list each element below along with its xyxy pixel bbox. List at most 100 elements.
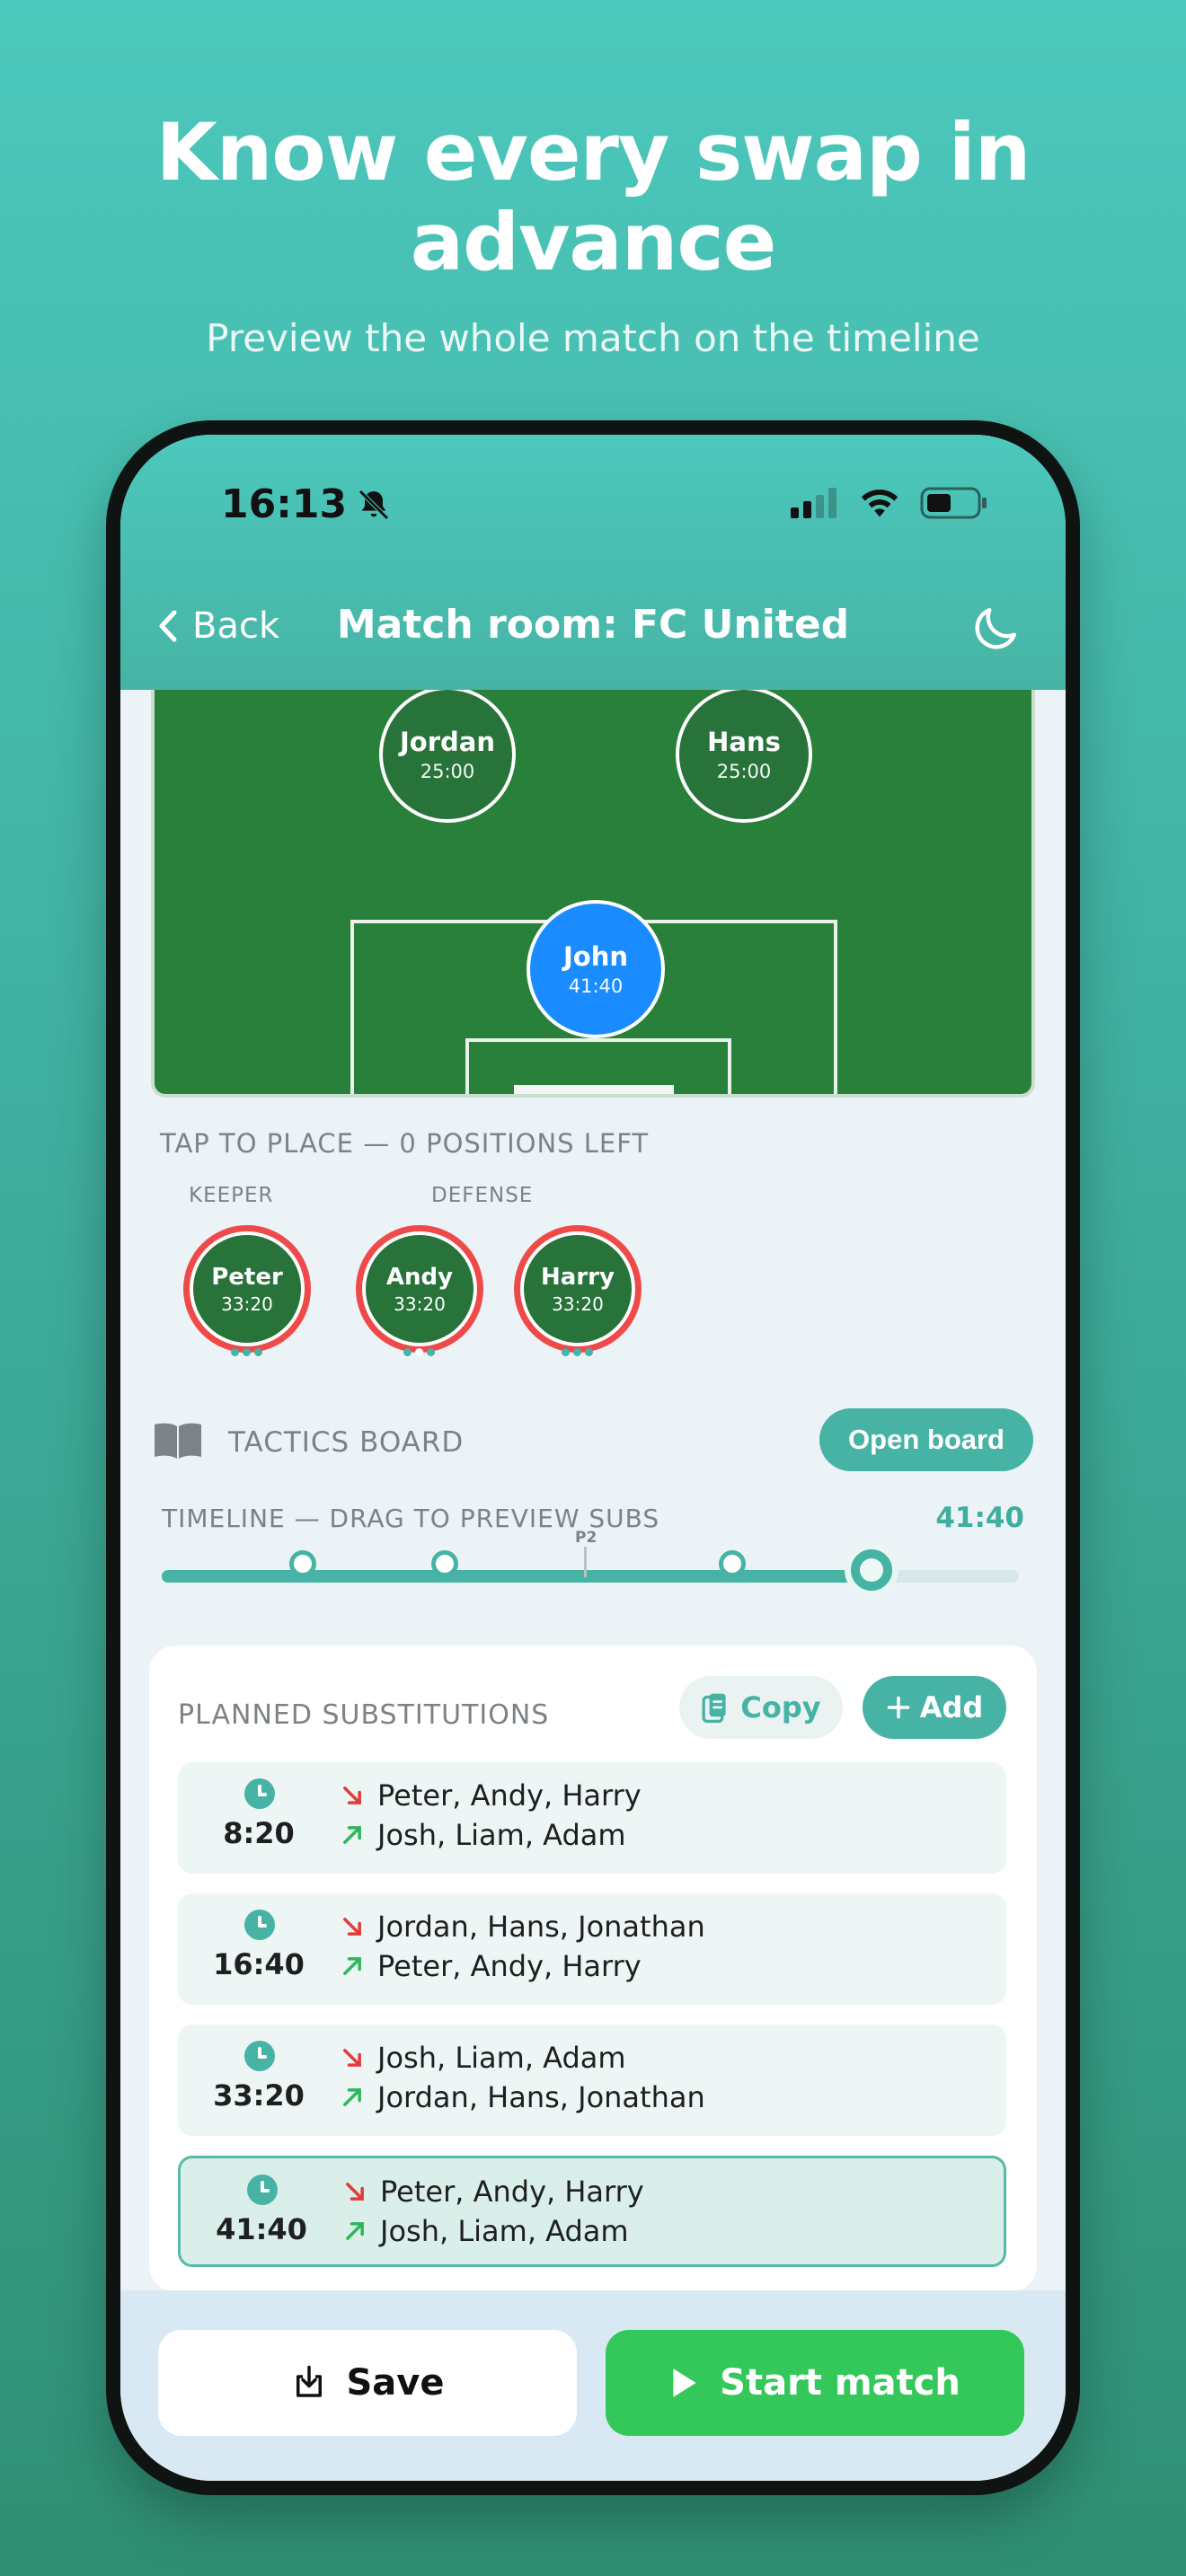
signal-icon xyxy=(791,488,836,518)
player-name: Andy xyxy=(385,1263,454,1291)
bench-player-circle: Peter 33:20 xyxy=(193,1235,301,1343)
goal xyxy=(514,1085,674,1094)
players-in: Jordan, Hans, Jonathan xyxy=(340,2080,705,2114)
phone-frame: 16:13 Back Match room: FC United Jordan … xyxy=(106,420,1080,2495)
clipboard-icon xyxy=(702,1693,726,1724)
pitch-player-jordan[interactable]: Jordan 25:00 xyxy=(379,690,516,823)
dark-mode-toggle[interactable] xyxy=(970,600,1024,657)
players-in-text: Jordan, Hans, Jonathan xyxy=(377,2080,705,2114)
players-out: Josh, Liam, Adam xyxy=(340,2041,626,2075)
book-icon xyxy=(155,1423,201,1459)
player-name: Hans xyxy=(707,727,781,757)
substitution-time: 8:20 xyxy=(223,1816,295,1850)
players-in: Josh, Liam, Adam xyxy=(342,2214,629,2248)
position-dots xyxy=(562,1348,593,1356)
arrow-in-icon xyxy=(343,1826,361,1844)
pitch-player-hans[interactable]: Hans 25:00 xyxy=(676,690,812,823)
app-screen: 16:13 Back Match room: FC United Jordan … xyxy=(120,435,1066,2481)
promo-headline: Know every swap in advance xyxy=(0,108,1186,287)
planned-substitutions-card: PLANNED SUBSTITUTIONS Copy Add 8:20 Pete… xyxy=(149,1645,1037,2292)
tactics-section: TACTICS BOARD Open board xyxy=(153,1408,1033,1475)
start-label: Start match xyxy=(720,2362,960,2404)
bench-label: TAP TO PLACE — 0 POSITIONS LEFT xyxy=(160,1128,650,1159)
player-name: Peter xyxy=(211,1263,283,1291)
bench-player-peter[interactable]: Peter 33:20 xyxy=(183,1225,311,1356)
substitution-row[interactable]: 8:20 Peter, Andy, Harry Josh, Liam, Adam xyxy=(178,1762,1006,1874)
bench-player-andy[interactable]: Andy 33:20 xyxy=(356,1225,483,1356)
player-time: 33:20 xyxy=(394,1292,446,1315)
plus-icon xyxy=(887,1696,909,1719)
moon-icon xyxy=(975,608,1016,649)
page-title: Match room: FC United xyxy=(336,602,850,648)
arrow-out-icon xyxy=(343,2049,361,2067)
players-in: Peter, Andy, Harry xyxy=(340,1949,642,1983)
promo-headline-line1: Know every swap in xyxy=(155,106,1031,198)
players-out-text: Peter, Andy, Harry xyxy=(380,2175,644,2209)
start-match-button[interactable]: Start match xyxy=(606,2330,1024,2436)
bench-player-circle: Harry 33:20 xyxy=(524,1235,632,1343)
timeline-sub-marker[interactable] xyxy=(289,1550,316,1577)
timeline-current-time: 41:40 xyxy=(935,1502,1024,1534)
tactics-label: TACTICS BOARD xyxy=(228,1426,465,1459)
players-in-text: Josh, Liam, Adam xyxy=(380,2214,629,2248)
status-time-text: 16:13 xyxy=(221,481,348,527)
substitutions-title: PLANNED SUBSTITUTIONS xyxy=(178,1699,550,1731)
copy-button[interactable]: Copy xyxy=(679,1676,843,1739)
promo-subline: Preview the whole match on the timeline xyxy=(206,316,980,360)
period-marker-line xyxy=(584,1547,587,1577)
arrow-out-icon xyxy=(343,1786,361,1804)
group-label-keeper: KEEPER xyxy=(189,1184,274,1207)
pitch: Jordan 25:00 Hans 25:00 John 41:40 xyxy=(151,690,1035,1098)
top-bar: 16:13 Back Match room: FC United xyxy=(120,435,1066,690)
player-time: 41:40 xyxy=(568,975,624,997)
player-time: 33:20 xyxy=(221,1292,273,1315)
player-time: 33:20 xyxy=(552,1292,604,1315)
wifi-icon xyxy=(861,490,898,517)
position-dots xyxy=(231,1348,262,1356)
substitution-time: 16:40 xyxy=(213,1947,305,1981)
arrow-in-icon xyxy=(343,2088,361,2106)
players-out: Peter, Andy, Harry xyxy=(342,2175,644,2209)
clock-icon xyxy=(244,2041,275,2071)
group-label-defense: DEFENSE xyxy=(431,1184,534,1207)
players-out: Jordan, Hans, Jonathan xyxy=(340,1910,705,1944)
clock-icon xyxy=(244,1778,275,1809)
player-name: Harry xyxy=(541,1263,615,1291)
timeline: TIMELINE — DRAG TO PREVIEW SUBS 41:40 P2 xyxy=(162,1502,1024,1620)
timeline-sub-marker[interactable] xyxy=(431,1550,458,1577)
player-name: Jordan xyxy=(400,727,495,757)
timeline-scrubber-handle[interactable] xyxy=(845,1543,898,1597)
substitution-time: 41:40 xyxy=(216,2212,307,2246)
arrow-out-icon xyxy=(343,1918,361,1936)
battery-icon xyxy=(920,487,987,519)
arrow-in-icon xyxy=(343,1957,361,1975)
clock-icon xyxy=(244,1910,275,1940)
substitution-row[interactable]: 16:40 Jordan, Hans, Jonathan Peter, Andy… xyxy=(178,1893,1006,2005)
period-marker-label: P2 xyxy=(575,1529,597,1547)
pitch-player-john[interactable]: John 41:40 xyxy=(527,900,665,1038)
timeline-progress xyxy=(162,1570,876,1583)
players-out: Peter, Andy, Harry xyxy=(340,1778,642,1813)
players-in: Josh, Liam, Adam xyxy=(340,1818,626,1852)
play-icon xyxy=(673,2369,696,2397)
substitution-row[interactable]: 33:20 Josh, Liam, Adam Jordan, Hans, Jon… xyxy=(178,2025,1006,2136)
bench-player-circle: Andy 33:20 xyxy=(366,1235,474,1343)
player-name: John xyxy=(562,941,628,972)
status-time: 16:13 xyxy=(221,481,392,527)
players-out-text: Jordan, Hans, Jonathan xyxy=(377,1910,705,1944)
position-dots xyxy=(403,1348,435,1356)
player-time: 25:00 xyxy=(716,761,772,782)
bench-player-harry[interactable]: Harry 33:20 xyxy=(514,1225,642,1356)
substitution-time: 33:20 xyxy=(213,2078,305,2113)
players-out-text: Josh, Liam, Adam xyxy=(377,2041,626,2075)
players-out-text: Peter, Andy, Harry xyxy=(377,1778,642,1813)
substitution-row-selected[interactable]: 41:40 Peter, Andy, Harry Josh, Liam, Ada… xyxy=(178,2156,1006,2267)
clock-icon xyxy=(247,2175,278,2205)
arrow-in-icon xyxy=(346,2222,364,2240)
save-button[interactable]: Save xyxy=(158,2330,577,2436)
add-substitution-button[interactable]: Add xyxy=(863,1676,1006,1739)
players-in-text: Josh, Liam, Adam xyxy=(377,1818,626,1852)
timeline-sub-marker[interactable] xyxy=(719,1550,746,1577)
open-board-button[interactable]: Open board xyxy=(819,1408,1033,1471)
players-in-text: Peter, Andy, Harry xyxy=(377,1949,642,1983)
